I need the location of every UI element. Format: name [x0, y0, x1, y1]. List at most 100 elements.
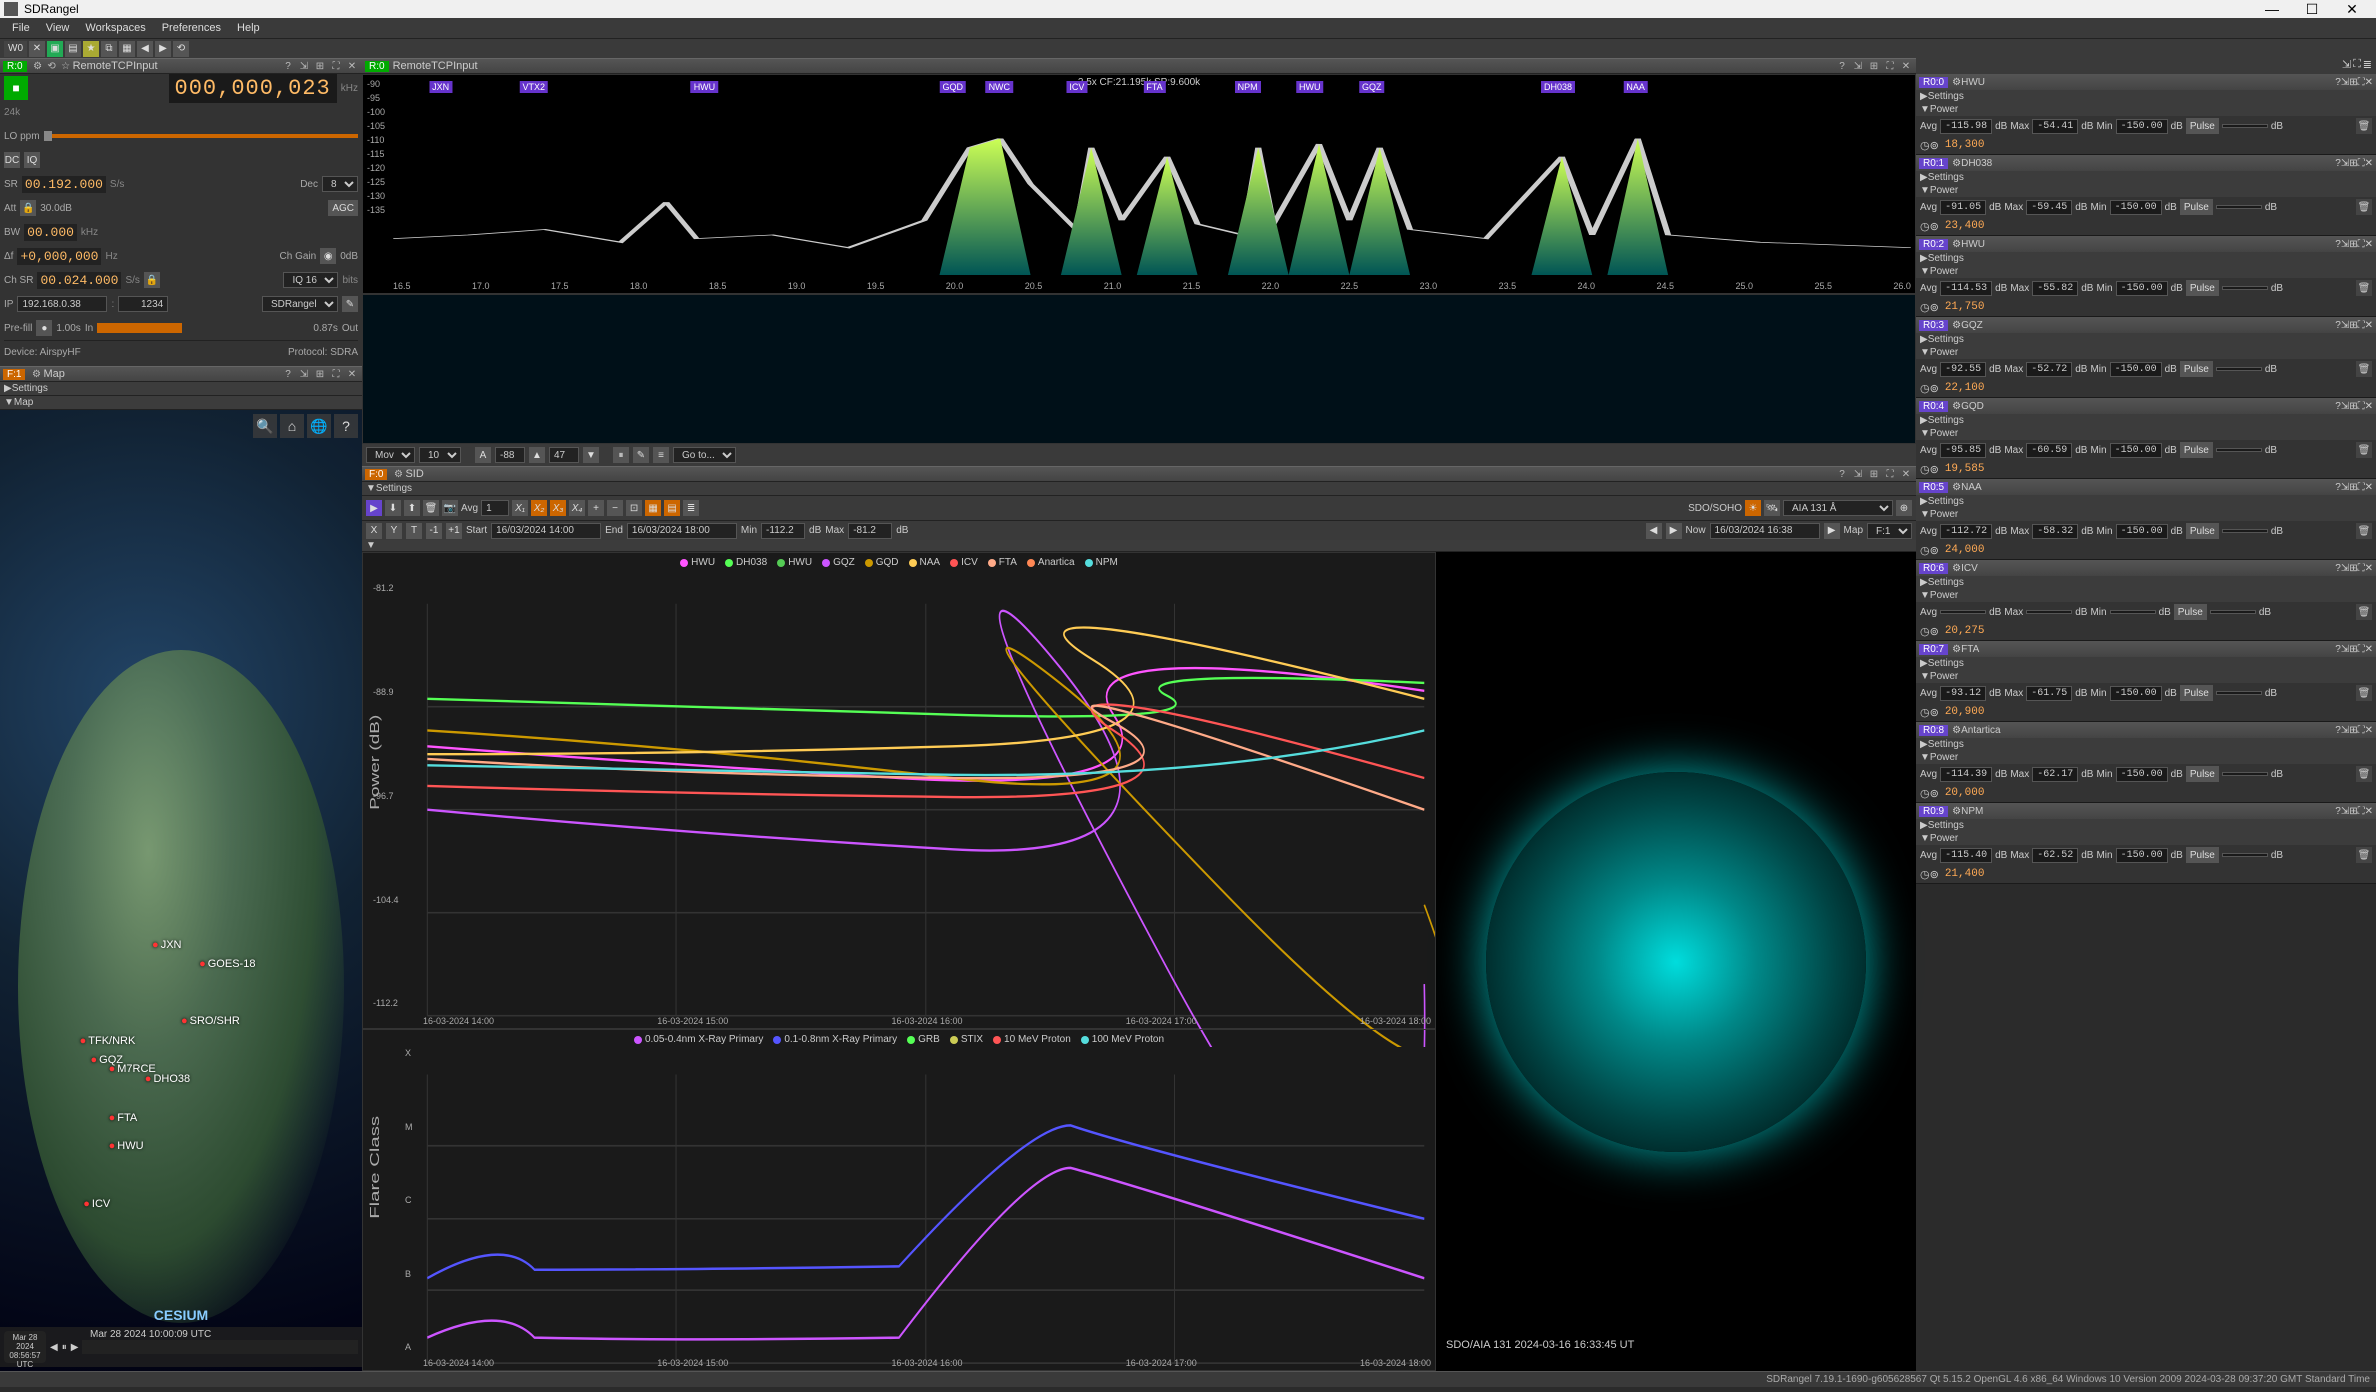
close-panel-icon[interactable]: ✕ [2365, 644, 2373, 655]
trash-icon[interactable]: 🗑 [2356, 847, 2372, 863]
shrink-icon[interactable]: ⇲ [2341, 806, 2349, 817]
legend-item[interactable]: 0.05-0.4nm X-Ray Primary [634, 1034, 763, 1045]
move-icon[interactable]: ⊞ [2349, 725, 2357, 736]
toolbar-cross-icon[interactable]: ✕ [29, 41, 45, 57]
marker-icon[interactable]: ✎ [633, 447, 649, 463]
power-chart[interactable]: HWUDH038HWUGQZGQDNAAICVFTAAnarticaNPM [362, 552, 1436, 1029]
spectrum-marker[interactable]: FTA [1143, 81, 1165, 93]
map-station[interactable]: GOES-18 [199, 958, 255, 970]
channel-settings-header[interactable]: ▶Settings [1916, 414, 2376, 427]
channel-settings-header[interactable]: ▶Settings [1916, 333, 2376, 346]
close-panel-icon[interactable]: ✕ [2365, 158, 2373, 169]
gear-icon[interactable]: ⚙ [1952, 806, 1961, 817]
spectrum-marker[interactable]: DH038 [1541, 81, 1575, 93]
sample-rate[interactable]: 00.192.000 [22, 176, 106, 193]
legend-item[interactable]: GQZ [822, 557, 855, 568]
move-icon[interactable]: ⊞ [2349, 239, 2357, 250]
spectrum-marker[interactable]: GQD [939, 81, 966, 93]
map-settings-header[interactable]: ▶Settings [0, 382, 362, 396]
instrument-select[interactable]: AIA 131 Å [1783, 500, 1893, 516]
map-station[interactable]: FTA [109, 1112, 138, 1124]
channel-power-header[interactable]: ▼Power [1916, 103, 2376, 116]
menu-preferences[interactable]: Preferences [154, 22, 229, 34]
channel-power-header[interactable]: ▼Power [1916, 265, 2376, 278]
list-icon[interactable]: ≣ [683, 500, 699, 516]
expand-icon[interactable]: ⛶ [2358, 563, 2365, 574]
now-datetime[interactable] [1710, 523, 1820, 539]
gear-icon[interactable]: ⚙ [1952, 725, 1961, 736]
map-help-icon[interactable]: ? [334, 414, 358, 438]
close-panel-icon[interactable]: ✕ [2365, 401, 2373, 412]
channel-frequency[interactable]: 21,750 [1945, 301, 1985, 313]
close-panel-icon[interactable]: ✕ [345, 59, 359, 73]
map-timeline[interactable]: Mar 28 2024 08:56:57 UTC ◀ ⏸ ▶ Mar 28 20… [0, 1327, 362, 1367]
channel-power-header[interactable]: ▼Power [1916, 427, 2376, 440]
move-icon[interactable]: ⊞ [2349, 158, 2357, 169]
pause-icon[interactable]: ⏸ [62, 1342, 67, 1353]
menu-help[interactable]: Help [229, 22, 268, 34]
close-panel-icon[interactable]: ✕ [2365, 725, 2373, 736]
target-icon[interactable]: ⊚ [1930, 463, 1939, 476]
help-icon[interactable]: ? [1835, 467, 1849, 481]
now-next-icon[interactable]: ▶ [1824, 523, 1840, 539]
list-icon[interactable]: ≣ [2363, 58, 2372, 74]
legend-item[interactable]: HWU [680, 557, 715, 568]
x2-button[interactable]: X₂ [531, 500, 547, 516]
import-icon[interactable]: ⬆ [404, 500, 420, 516]
legend-item[interactable]: HWU [777, 557, 812, 568]
legend-item[interactable]: ICV [950, 557, 978, 568]
target-icon[interactable]: ⊚ [1930, 220, 1939, 233]
clock-icon[interactable]: ◷ [1920, 139, 1930, 152]
expand-icon[interactable]: ⛶ [2358, 401, 2365, 412]
fit-icon[interactable]: ⊡ [626, 500, 642, 516]
expand-icon[interactable]: ⛶ [2358, 320, 2365, 331]
expand-icon[interactable]: ⛶ [1883, 59, 1897, 73]
channel-frequency[interactable]: 19,585 [1945, 463, 1985, 475]
agc-button[interactable]: AGC [328, 200, 358, 216]
map-sub-header[interactable]: ▼Map [0, 396, 362, 410]
shrink-icon[interactable]: ⇲ [2341, 482, 2349, 493]
star-icon[interactable]: ☆ [59, 59, 73, 73]
next-icon[interactable]: ▶ [1666, 523, 1682, 539]
gear-icon[interactable]: ⚙ [1952, 401, 1961, 412]
move-icon[interactable]: ⊞ [313, 59, 327, 73]
freq-offset[interactable]: +0,000,000 [17, 248, 101, 265]
averaging-mode[interactable]: Mov [366, 447, 415, 463]
range[interactable] [549, 447, 579, 463]
export-icon[interactable]: ⬇ [385, 500, 401, 516]
channel-frequency[interactable]: 23,400 [1945, 220, 1985, 232]
toolbar-tile-icon[interactable]: ▦ [119, 41, 135, 57]
zoom-in-icon[interactable]: + [588, 500, 604, 516]
trash-icon[interactable]: 🗑 [2356, 766, 2372, 782]
expand-icon[interactable]: ⛶ [2358, 482, 2365, 493]
channel-settings-header[interactable]: ▶Settings [1916, 90, 2376, 103]
move-icon[interactable]: ⊞ [313, 367, 327, 381]
clock-icon[interactable]: ◷ [1920, 625, 1930, 638]
expand-icon[interactable]: ⛶ [2358, 77, 2365, 88]
move-icon[interactable]: ⊞ [2349, 482, 2357, 493]
level-down-icon[interactable]: ▼ [583, 447, 599, 463]
clock-icon[interactable]: ◷ [1920, 706, 1930, 719]
flare-chart[interactable]: 0.05-0.4nm X-Ray Primary0.1-0.8nm X-Ray … [362, 1029, 1436, 1371]
move-icon[interactable]: ⊞ [2349, 563, 2357, 574]
legend-item[interactable]: Anartica [1027, 557, 1075, 568]
decimation-select[interactable]: 8 [322, 176, 358, 192]
map-search-icon[interactable]: 🔍 [253, 414, 277, 438]
channel-power-header[interactable]: ▼Power [1916, 508, 2376, 521]
ip-input[interactable] [17, 296, 107, 312]
shrink-icon[interactable]: ⇲ [2341, 725, 2349, 736]
menu-file[interactable]: File [4, 22, 38, 34]
att-lock-icon[interactable]: 🔒 [20, 200, 36, 216]
map-select[interactable]: F:1 [1867, 523, 1912, 539]
sid-collapse[interactable]: ▼ [362, 540, 1916, 552]
x4-button[interactable]: X₄ [569, 500, 585, 516]
today-button[interactable]: T [406, 523, 422, 539]
shrink-icon[interactable]: ⇲ [1851, 59, 1865, 73]
legend-item[interactable]: GQD [865, 557, 899, 568]
shrink-icon[interactable]: ⇲ [2341, 644, 2349, 655]
expand-icon[interactable]: ⛶ [2358, 239, 2365, 250]
grid-icon[interactable]: ▦ [645, 500, 661, 516]
channel-settings-header[interactable]: ▶Settings [1916, 738, 2376, 751]
expand-icon[interactable]: ⛶ [2358, 725, 2365, 736]
pulse-button[interactable]: Pulse [2186, 847, 2219, 863]
